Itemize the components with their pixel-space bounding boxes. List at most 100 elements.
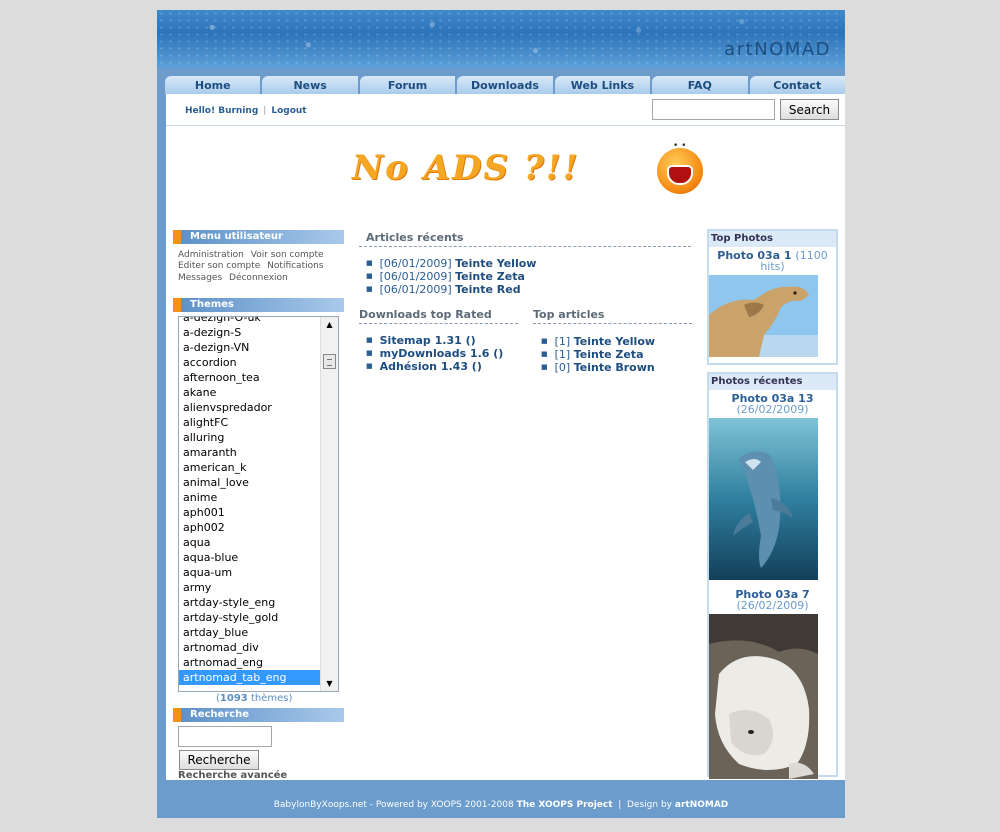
article-link[interactable]: Teinte Red — [455, 283, 520, 296]
menu-item-notifications[interactable]: Notifications — [267, 261, 323, 271]
theme-option[interactable]: a-dezign-O-uk — [179, 317, 320, 325]
theme-option[interactable]: alienvspredador — [179, 400, 320, 415]
theme-option[interactable]: artnomad_tab_eng — [179, 670, 320, 685]
theme-option[interactable]: artnomad_eng — [179, 655, 320, 670]
menu-item-administration[interactable]: Administration — [178, 250, 244, 260]
user-menu-title: Menu utilisateur — [173, 230, 344, 244]
articles-recents-list: [06/01/2009] Teinte Yellow [06/01/2009] … — [366, 257, 537, 297]
separator: | — [263, 106, 267, 116]
theme-option[interactable]: aph001 — [179, 505, 320, 520]
themes-options: a-dezign-O-uk a-dezign-S a-dezign-VN accord… — [179, 317, 320, 685]
scroll-thumb[interactable] — [323, 354, 336, 369]
footer: BabylonByXoops.net - Powered by XOOPS 20… — [273, 800, 729, 810]
top-photos-block: Top Photos Photo 03a 1 (1100 hits) — [707, 229, 838, 365]
recent-photos-title: Photos récentes — [709, 374, 836, 390]
smiley-eyes: • • — [673, 141, 687, 151]
hello-link[interactable]: Hello! Burning — [185, 106, 258, 116]
designer-link[interactable]: artNOMAD — [675, 800, 728, 810]
download-link[interactable]: Sitemap 1.31 () — [380, 334, 476, 347]
footer-powered: BabylonByXoops.net - Powered by XOOPS 20… — [273, 800, 514, 810]
article-count: [0] — [554, 361, 571, 374]
advanced-search-link[interactable]: Recherche avancée — [178, 770, 287, 781]
tab-downloads[interactable]: Downloads — [457, 76, 553, 94]
theme-option[interactable]: afternoon_tea — [179, 370, 320, 385]
article-link[interactable]: Teinte Yellow — [455, 257, 536, 270]
theme-option[interactable]: artday-style_gold — [179, 610, 320, 625]
themes-count: (1093 thèmes) — [216, 693, 293, 704]
search-input[interactable] — [652, 99, 775, 120]
screaming-smiley-icon: • • — [657, 142, 703, 194]
articles-recents-title: Articles récents — [359, 231, 691, 247]
themes-select[interactable]: a-dezign-O-uk a-dezign-S a-dezign-VN accord… — [178, 316, 339, 692]
top-articles-list: [1] Teinte Yellow [1] Teinte Zeta [0] Te… — [541, 336, 655, 375]
tab-contact[interactable]: Contact — [749, 76, 845, 94]
dolphin-photo[interactable] — [709, 418, 818, 580]
theme-option[interactable]: a-dezign-VN — [179, 340, 320, 355]
theme-option[interactable]: animal_love — [179, 475, 320, 490]
downloads-top-list: Sitemap 1.31 () myDownloads 1.6 () Adhés… — [366, 334, 504, 374]
top-articles-title: Top articles — [533, 308, 692, 324]
theme-option[interactable]: accordion — [179, 355, 320, 370]
scroll-down-icon[interactable]: ▼ — [321, 676, 338, 691]
tab-faq[interactable]: FAQ — [652, 76, 748, 94]
article-link[interactable]: Teinte Brown — [574, 361, 655, 374]
article-link[interactable]: Teinte Yellow — [574, 335, 655, 348]
menu-item-voir-compte[interactable]: Voir son compte — [251, 250, 324, 260]
user-links: Hello! Burning | Logout — [185, 106, 307, 116]
theme-option[interactable]: anime — [179, 490, 320, 505]
content-area: Hello! Burning | Logout Search No ADS ?!! … — [166, 94, 845, 781]
list-item[interactable]: [06/01/2009] Teinte Red — [366, 284, 536, 297]
list-item[interactable]: [0] Teinte Brown — [541, 362, 655, 375]
menu-item-editer-compte[interactable]: Editer son compte — [178, 261, 260, 271]
header-banner: artNOMAD — [157, 10, 845, 68]
article-link[interactable]: Teinte Zeta — [574, 348, 644, 361]
xoops-project-link[interactable]: The XOOPS Project — [517, 800, 613, 810]
article-link[interactable]: Teinte Zeta — [455, 270, 525, 283]
user-menu: Administration Voir son compte Editer so… — [178, 250, 338, 284]
theme-option[interactable]: aqua — [179, 535, 320, 550]
download-link[interactable]: myDownloads 1.6 () — [380, 347, 504, 360]
download-link[interactable]: Adhésion 1.43 () — [380, 360, 482, 373]
menu-item-deconnexion[interactable]: Déconnexion — [229, 273, 288, 283]
logout-link[interactable]: Logout — [271, 106, 306, 116]
no-ads-banner: No ADS ?!! — [352, 148, 580, 188]
photo-caption: Photo 03a 13 (26/02/2009) — [709, 393, 836, 415]
site-logo[interactable]: artNOMAD — [724, 39, 831, 60]
polar-bear-photo[interactable] — [709, 614, 818, 779]
photo-caption: Photo 03a 7 (26/02/2009) — [709, 589, 836, 611]
menu-item-messages[interactable]: Messages — [178, 273, 222, 283]
recherche-button[interactable]: Recherche — [179, 750, 259, 770]
theme-option[interactable]: artnomad_div — [179, 640, 320, 655]
article-count: [1] — [554, 348, 571, 361]
article-date: [06/01/2009] — [379, 283, 452, 296]
theme-option[interactable]: akane — [179, 385, 320, 400]
theme-option[interactable]: alightFC — [179, 415, 320, 430]
search-button[interactable]: Search — [780, 99, 839, 120]
camel-photo[interactable] — [709, 275, 818, 357]
tab-news[interactable]: News — [262, 76, 358, 94]
themes-scrollbar[interactable]: ▲ ▼ — [320, 317, 338, 691]
page-frame: artNOMAD Home News Forum Downloads Web L… — [157, 10, 845, 818]
top-photos-title: Top Photos — [709, 231, 836, 247]
themes-title: Themes — [173, 298, 344, 312]
theme-option[interactable]: army — [179, 580, 320, 595]
theme-option[interactable]: american_k — [179, 460, 320, 475]
photo-caption: Photo 03a 1 (1100 hits) — [709, 250, 836, 272]
theme-option[interactable]: alluring — [179, 430, 320, 445]
tab-forum[interactable]: Forum — [359, 76, 456, 94]
theme-option[interactable]: aph002 — [179, 520, 320, 535]
theme-option[interactable]: artday-style_eng — [179, 595, 320, 610]
downloads-top-title: Downloads top Rated — [359, 308, 518, 324]
theme-option[interactable]: aqua-blue — [179, 550, 320, 565]
tab-home[interactable]: Home — [165, 76, 261, 94]
theme-option[interactable]: amaranth — [179, 445, 320, 460]
theme-option[interactable]: artday_blue — [179, 625, 320, 640]
recherche-input[interactable] — [178, 726, 272, 747]
article-date: [06/01/2009] — [379, 270, 452, 283]
theme-option[interactable]: aqua-um — [179, 565, 320, 580]
tab-web-links[interactable]: Web Links — [554, 76, 651, 94]
list-item[interactable]: Adhésion 1.43 () — [366, 361, 503, 374]
scroll-up-icon[interactable]: ▲ — [321, 317, 338, 332]
theme-option[interactable]: a-dezign-S — [179, 325, 320, 340]
footer-design-prefix: Design by — [627, 800, 672, 810]
